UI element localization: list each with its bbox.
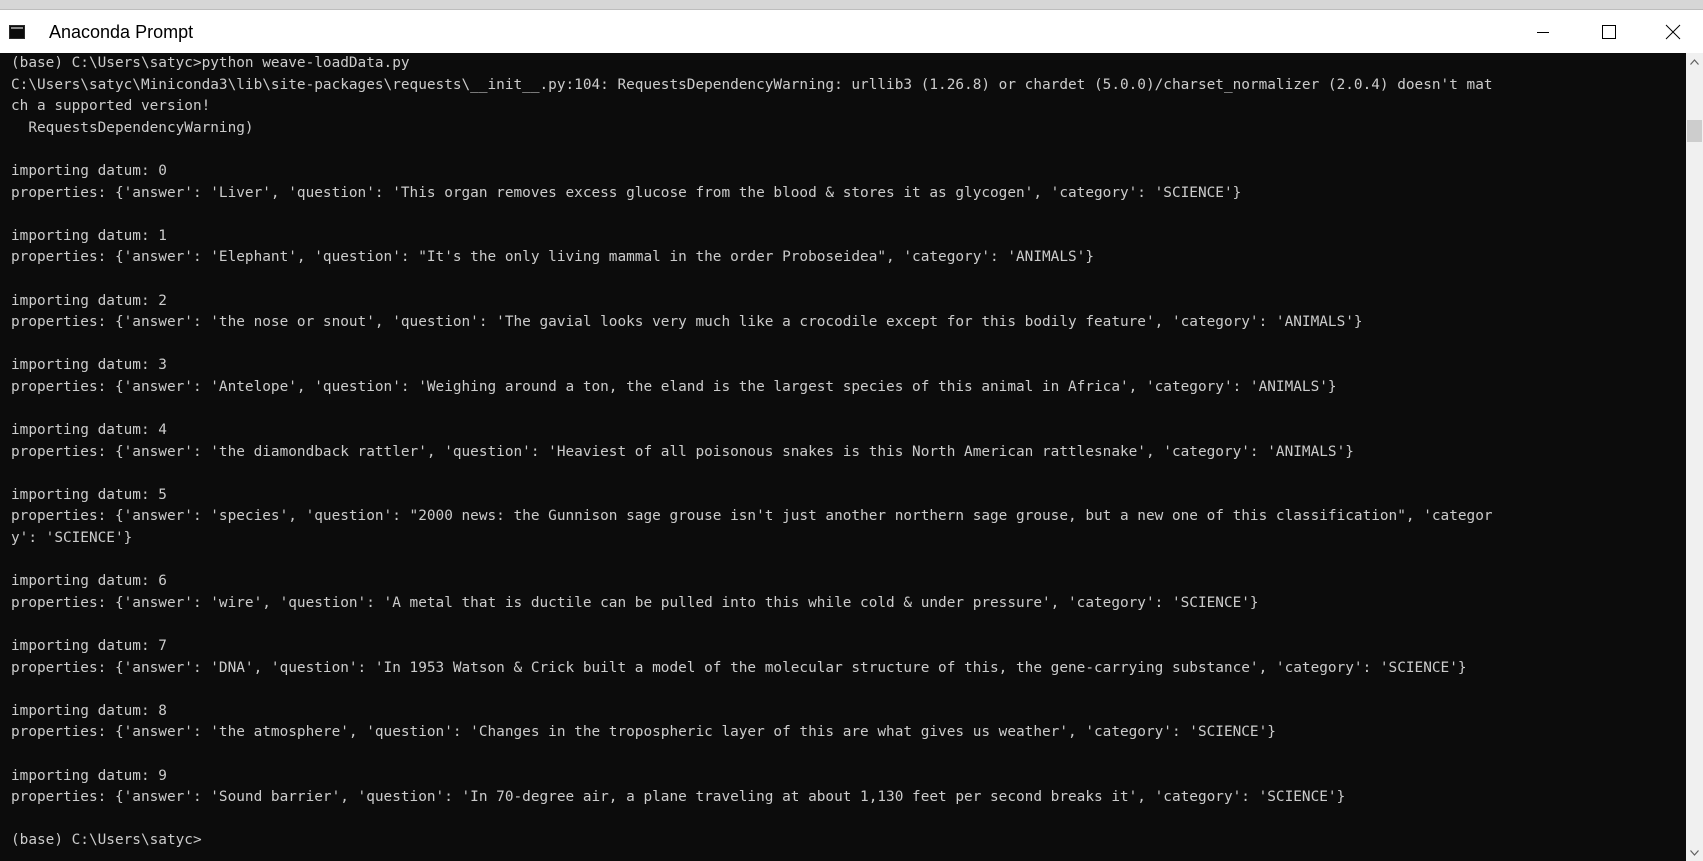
terminal-line: properties: {'answer': 'wire', 'question… xyxy=(11,594,1259,611)
window-title: Anaconda Prompt xyxy=(49,22,194,42)
terminal-line: properties: {'answer': 'DNA', 'question'… xyxy=(11,659,1467,676)
minimize-icon xyxy=(1537,31,1549,33)
terminal-line: properties: {'answer': 'Elephant', 'ques… xyxy=(11,249,1094,266)
background-window-strip xyxy=(0,0,1703,9)
vertical-scrollbar[interactable] xyxy=(1686,53,1703,861)
terminal-line: importing datum: 9 xyxy=(11,767,167,784)
terminal-window: Anaconda Prompt (base) C:\Users\satyc>py… xyxy=(0,9,1703,861)
terminal-line: importing datum: 2 xyxy=(11,292,167,309)
terminal-line: ch a supported version! xyxy=(11,98,211,115)
scroll-up-button[interactable] xyxy=(1686,53,1703,70)
terminal-line: importing datum: 7 xyxy=(11,638,167,655)
terminal-line: importing datum: 0 xyxy=(11,162,167,179)
terminal-line: RequestsDependencyWarning) xyxy=(11,119,254,136)
terminal-line: properties: {'answer': 'the nose or snou… xyxy=(11,314,1363,331)
minimize-button[interactable] xyxy=(1510,10,1576,53)
close-icon xyxy=(1665,24,1680,39)
console-icon xyxy=(9,25,25,39)
scroll-up-arrow-icon xyxy=(1690,58,1699,65)
terminal-line: C:\Users\satyc\Miniconda3\lib\site-packa… xyxy=(11,76,1493,93)
terminal-line: importing datum: 8 xyxy=(11,702,167,719)
terminal-line: importing datum: 4 xyxy=(11,422,167,439)
output-lines: (base) C:\Users\satyc>python weave-loadD… xyxy=(0,53,1686,852)
close-button[interactable] xyxy=(1642,10,1703,53)
maximize-button[interactable] xyxy=(1576,10,1642,53)
scroll-down-arrow-icon xyxy=(1690,849,1699,856)
scrollbar-thumb[interactable] xyxy=(1687,120,1702,142)
terminal-line: importing datum: 1 xyxy=(11,227,167,244)
scroll-down-button[interactable] xyxy=(1686,844,1703,861)
terminal-line: (base) C:\Users\satyc> xyxy=(11,832,202,849)
terminal-line: importing datum: 6 xyxy=(11,573,167,590)
title-bar[interactable]: Anaconda Prompt xyxy=(0,10,1703,53)
terminal-line: properties: {'answer': 'Liver', 'questio… xyxy=(11,184,1242,201)
terminal-line: properties: {'answer': 'the atmosphere',… xyxy=(11,724,1276,741)
terminal-output[interactable]: (base) C:\Users\satyc>python weave-loadD… xyxy=(0,53,1686,861)
terminal-line: importing datum: 5 xyxy=(11,486,167,503)
terminal-line: properties: {'answer': 'Sound barrier', … xyxy=(11,789,1346,806)
terminal-line: properties: {'answer': 'Antelope', 'ques… xyxy=(11,378,1337,395)
terminal-line: (base) C:\Users\satyc>python weave-loadD… xyxy=(11,55,410,71)
terminal-line: importing datum: 3 xyxy=(11,357,167,374)
terminal-line: properties: {'answer': 'species', 'quest… xyxy=(11,508,1493,525)
maximize-icon xyxy=(1602,24,1616,39)
terminal-line: y': 'SCIENCE'} xyxy=(11,530,133,547)
terminal-line: properties: {'answer': 'the diamondback … xyxy=(11,443,1354,460)
